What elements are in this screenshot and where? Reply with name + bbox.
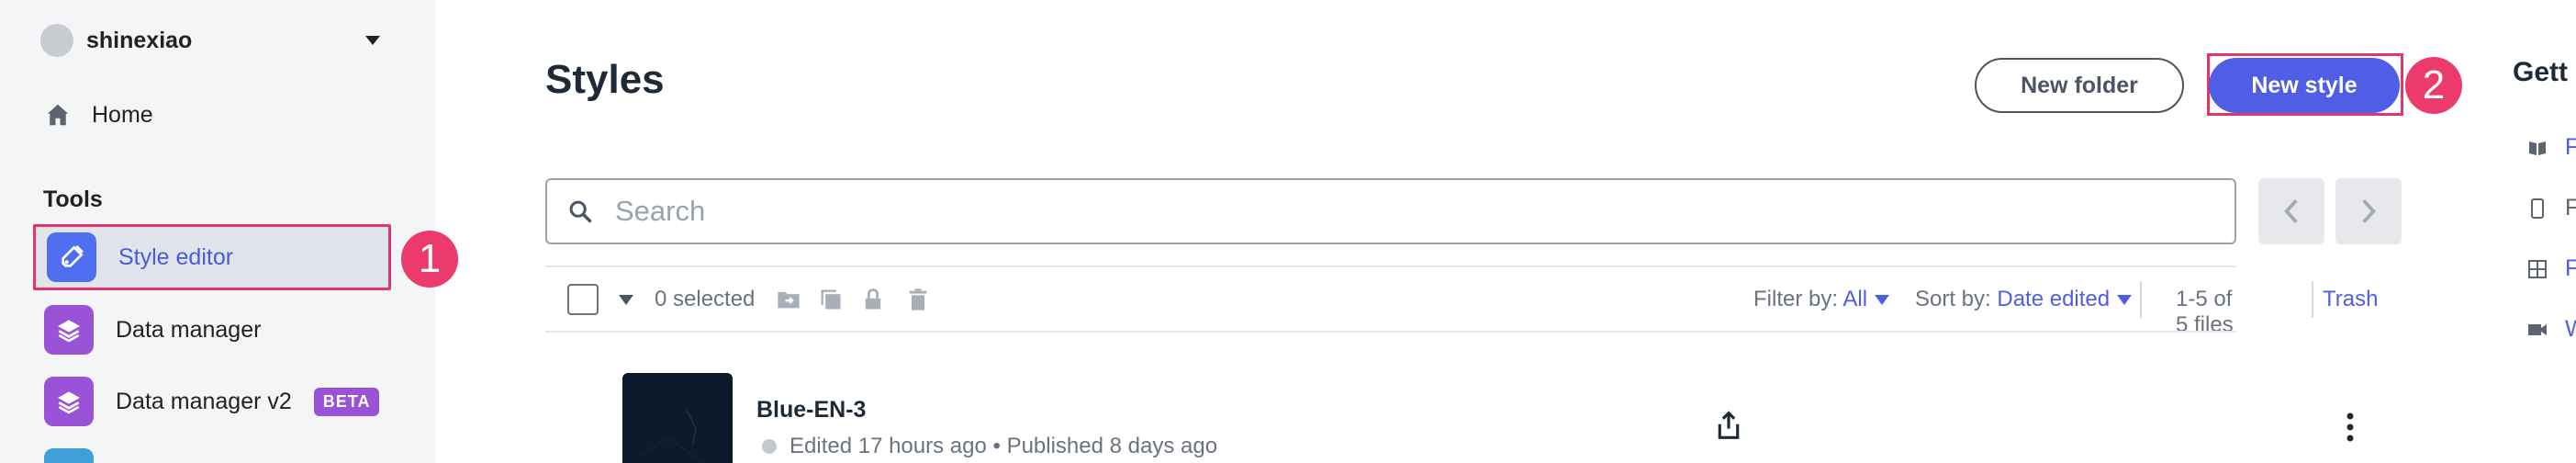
right-panel-title: Gett <box>2513 57 2568 87</box>
callout-badge-1: 1 <box>401 231 458 288</box>
sidebar: shinexiao Home Tools Style editor Data m… <box>0 0 435 463</box>
data-manager-icon <box>44 305 94 355</box>
book-icon <box>2529 141 2546 155</box>
prev-page-button[interactable] <box>2258 178 2324 244</box>
search-box <box>545 178 2236 244</box>
data-manager-icon <box>44 377 94 426</box>
trash-icon[interactable] <box>905 287 931 312</box>
move-to-folder-icon[interactable] <box>776 287 801 312</box>
home-icon <box>47 104 69 126</box>
new-style-button[interactable]: New style <box>2209 58 2400 113</box>
sidebar-item-label: Data manager <box>116 316 262 343</box>
sort-value: Date edited <box>1997 287 2111 311</box>
callout-badge-2: 2 <box>2405 57 2462 114</box>
separator <box>2312 281 2313 318</box>
sidebar-item-data-manager[interactable]: Data manager <box>33 297 389 363</box>
trash-link[interactable]: Trash <box>2323 287 2378 312</box>
divider <box>545 265 2236 267</box>
style-editor-icon <box>47 232 96 282</box>
share-icon[interactable] <box>1715 410 1742 441</box>
more-options-icon[interactable] <box>2346 412 2355 443</box>
sidebar-item-label: Home <box>92 101 153 128</box>
caret-down-icon <box>1875 295 1890 306</box>
filter-label: Filter by: <box>1753 287 1839 311</box>
tools-heading: Tools <box>43 186 103 212</box>
sidebar-item-label: Style editor <box>118 243 234 270</box>
sidebar-item-data-manager-v2[interactable]: Data manager v2 BETA <box>33 368 389 435</box>
video-icon <box>2528 323 2547 335</box>
divider <box>545 331 2236 333</box>
select-menu-caret-icon[interactable] <box>619 295 633 305</box>
search-input[interactable] <box>615 195 2084 228</box>
app-root: shinexiao Home Tools Style editor Data m… <box>0 0 2576 463</box>
new-folder-button[interactable]: New folder <box>1975 58 2184 113</box>
sidebar-item-style-editor[interactable]: Style editor <box>33 224 391 290</box>
search-icon <box>569 200 592 223</box>
lock-icon[interactable] <box>860 287 886 312</box>
sidebar-item-label: Data manager v2 <box>116 388 292 414</box>
status-dot <box>762 439 777 454</box>
username: shinexiao <box>86 27 193 53</box>
grid-icon <box>2528 259 2547 278</box>
avatar <box>40 24 73 57</box>
style-row[interactable]: Blue-EN-3 Edited 17 hours ago • Publishe… <box>545 367 2236 463</box>
selected-count: 0 selected <box>655 287 756 311</box>
chevron-down-icon <box>365 36 380 45</box>
sidebar-item-home[interactable]: Home <box>44 101 153 129</box>
chevron-right-icon <box>2362 199 2376 223</box>
caret-down-icon <box>2117 295 2133 306</box>
style-thumbnail[interactable] <box>622 373 733 463</box>
list-toolbar: 0 selected Filter by: All Sort by: Date … <box>545 276 2378 337</box>
right-panel-link-label: F <box>2565 134 2576 160</box>
right-panel-link-video[interactable]: W <box>2526 316 2576 343</box>
sort-control[interactable]: Sort by: Date edited <box>1915 287 2133 312</box>
chevron-left-icon <box>2284 199 2298 223</box>
sidebar-next-item-icon <box>44 448 94 463</box>
right-panel-link-docs[interactable]: F <box>2526 134 2576 161</box>
right-panel-link-label: W <box>2565 316 2576 342</box>
right-panel-link-label: F <box>2565 195 2576 220</box>
duplicate-icon[interactable] <box>818 287 844 312</box>
style-status: Edited 17 hours ago • Published 8 days a… <box>762 434 1217 459</box>
filter-value: All <box>1842 287 1868 311</box>
page-title: Styles <box>545 57 665 102</box>
separator <box>2140 281 2142 318</box>
beta-badge: BETA <box>313 387 380 416</box>
next-page-button[interactable] <box>2335 178 2402 244</box>
mobile-icon <box>2531 198 2544 219</box>
map-preview-icon <box>640 409 704 463</box>
right-panel-link-grid[interactable]: F <box>2526 255 2576 282</box>
sort-label: Sort by: <box>1915 287 1991 311</box>
style-status-text: Edited 17 hours ago • Published 8 days a… <box>790 434 1218 458</box>
filter-control[interactable]: Filter by: All <box>1753 287 1890 312</box>
right-panel-link-mobile[interactable]: F <box>2526 195 2576 221</box>
select-all-checkbox[interactable] <box>567 284 599 315</box>
account-menu[interactable]: shinexiao <box>40 24 386 57</box>
right-panel-link-label: F <box>2565 255 2576 281</box>
style-name[interactable]: Blue-EN-3 <box>756 397 866 423</box>
